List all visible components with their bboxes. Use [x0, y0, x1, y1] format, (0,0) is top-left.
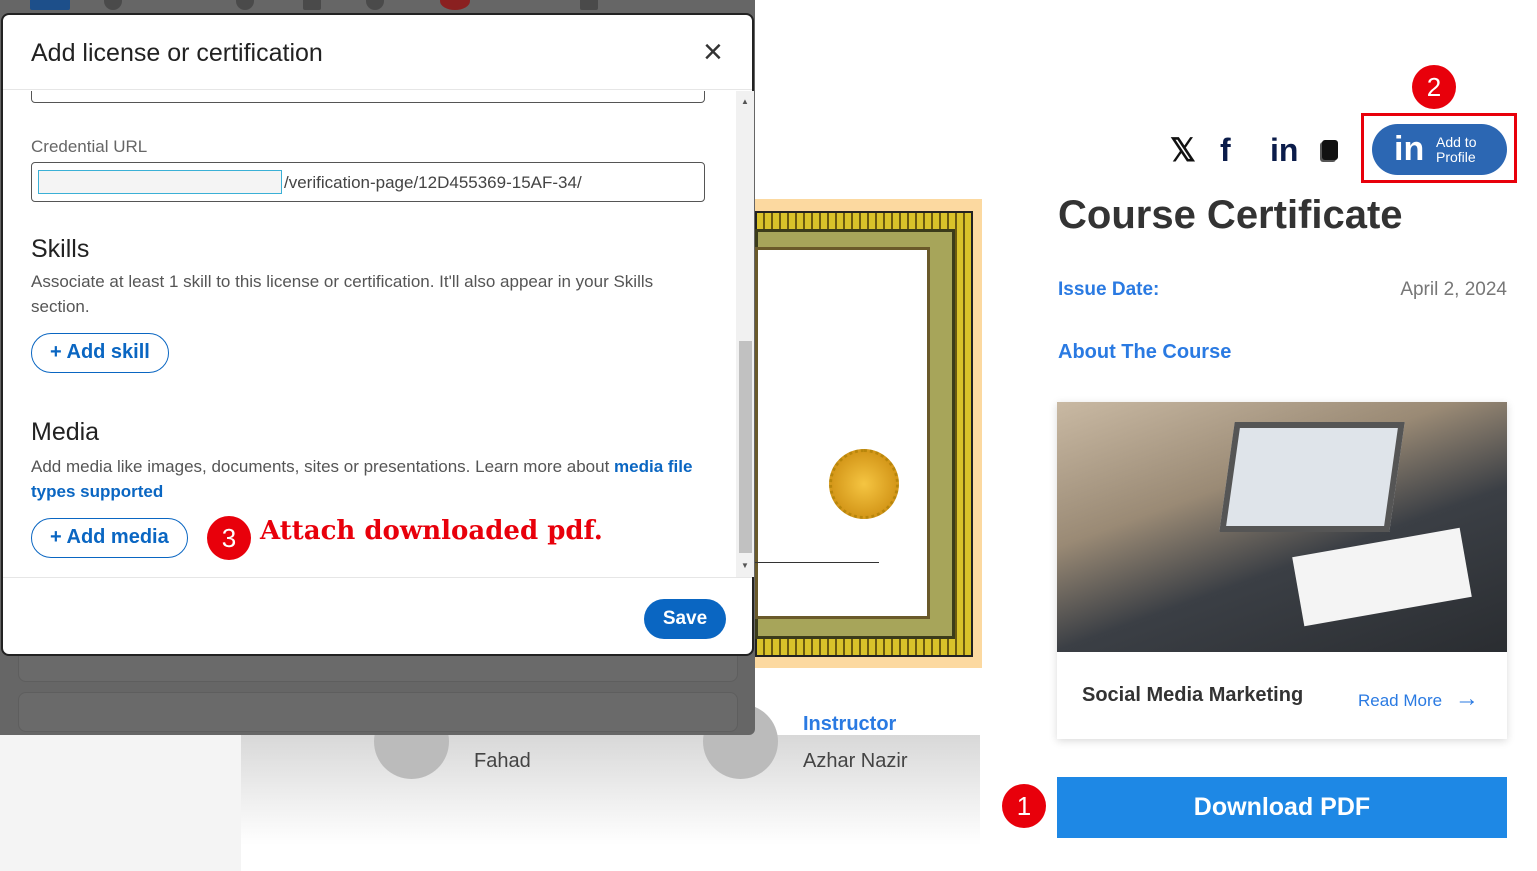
top-nav [0, 0, 755, 12]
add-media-button[interactable]: + Add media [31, 518, 188, 558]
skills-heading: Skills [31, 235, 90, 263]
x-icon[interactable]: 𝕏 [1170, 131, 1220, 169]
student-name: Fahad [474, 750, 531, 772]
apps-icon[interactable] [580, 0, 598, 10]
instructor-label: Instructor [803, 713, 897, 735]
modal-title: Add license or certification [31, 39, 323, 67]
save-button[interactable]: Save [644, 599, 726, 639]
close-icon[interactable]: × [703, 35, 733, 69]
linkedin-logo-icon: in [1394, 130, 1425, 168]
course-image [1057, 402, 1507, 652]
modal-footer: Save [3, 577, 752, 656]
step-3-badge: 3 [207, 516, 251, 560]
issue-date-label: Issue Date: [1058, 279, 1160, 300]
background-card [18, 692, 738, 732]
messaging-icon[interactable] [366, 0, 384, 10]
page-title: Course Certificate [1058, 193, 1403, 237]
step-3-annotation: Attach downloaded pdf. [260, 516, 603, 546]
search-icon[interactable] [104, 0, 122, 10]
step-1-badge: 1 [1002, 784, 1046, 828]
previous-field[interactable] [31, 91, 705, 103]
credential-url-label: Credential URL [31, 137, 148, 156]
url-redacted [38, 170, 282, 194]
modal-scrollbar[interactable]: ▲ ▼ [736, 91, 754, 577]
modal-header: Add license or certification × [3, 15, 752, 90]
credential-url-input[interactable]: /verification-page/12D455369-15AF-34/ [31, 162, 705, 202]
certificate-preview [755, 199, 982, 668]
add-skill-button[interactable]: + Add skill [31, 333, 169, 373]
arrow-right-icon: → [1454, 685, 1479, 712]
add-to-profile-button[interactable]: in Add to Profile [1372, 124, 1507, 175]
read-more-link[interactable]: Read More → [1358, 685, 1479, 713]
modal-body: Credential URL /verification-page/12D455… [3, 91, 736, 577]
media-description-text: Add media like images, documents, sites … [31, 457, 615, 476]
jobs-icon[interactable] [303, 0, 321, 10]
network-icon[interactable] [236, 0, 254, 10]
course-card: Social Media Marketing Read More → [1057, 402, 1507, 739]
copy-icon[interactable] [1322, 140, 1338, 160]
credential-url-value: /verification-page/12D455369-15AF-34/ [284, 173, 582, 192]
scroll-down-icon[interactable]: ▼ [741, 561, 749, 570]
media-heading: Media [31, 418, 100, 446]
linkedin-icon[interactable]: in [1270, 132, 1322, 169]
add-to-profile-line2: Profile [1436, 149, 1476, 165]
download-pdf-button[interactable]: Download PDF [1057, 777, 1507, 838]
left-panel [0, 735, 241, 871]
share-icons: 𝕏 f in [1170, 132, 1338, 168]
add-to-profile-line1: Add to [1436, 134, 1477, 150]
scroll-up-icon[interactable]: ▲ [741, 97, 749, 106]
facebook-icon[interactable]: f [1220, 132, 1270, 169]
instructor-name: Azhar Nazir [803, 750, 908, 772]
issue-date: April 2, 2024 [1400, 279, 1507, 300]
about-course-label[interactable]: About The Course [1058, 341, 1231, 364]
skills-description: Associate at least 1 skill to this licen… [31, 272, 654, 316]
notifications-icon[interactable] [440, 0, 470, 10]
linkedin-home-icon[interactable] [30, 0, 70, 10]
media-description: Add media like images, documents, sites … [31, 454, 711, 504]
step-2-badge: 2 [1412, 65, 1456, 109]
add-certification-modal: Add license or certification × Credentia… [1, 13, 754, 656]
course-name: Social Media Marketing [1082, 684, 1304, 706]
read-more-label: Read More [1358, 691, 1443, 710]
scrollbar-thumb[interactable] [739, 341, 752, 553]
